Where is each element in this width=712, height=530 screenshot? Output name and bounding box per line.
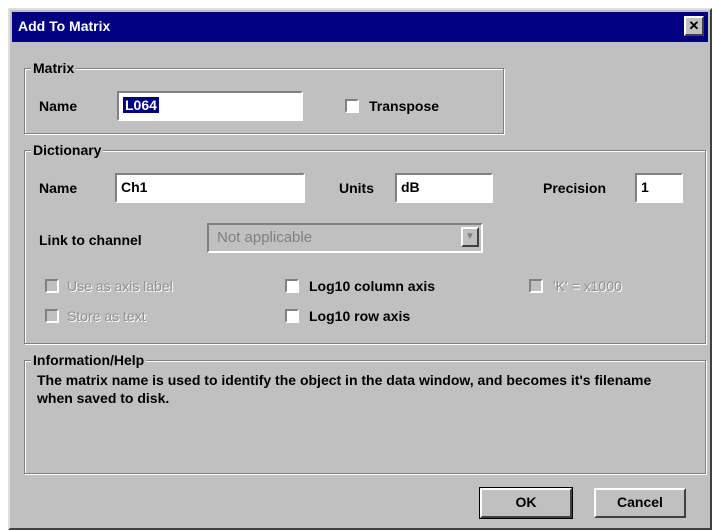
close-button[interactable]: ✕ — [684, 16, 704, 36]
information-help-group: Information/Help The matrix name is used… — [24, 351, 706, 474]
add-to-matrix-dialog: Add To Matrix ✕ Matrix Name L064 Transpo… — [8, 8, 712, 530]
log10-row-axis-checkbox[interactable] — [285, 309, 299, 323]
transpose-label[interactable]: Transpose — [369, 97, 439, 115]
dictionary-name-label: Name — [39, 180, 78, 196]
dictionary-group: Dictionary Name Ch1 Units dB Precision 1… — [24, 141, 706, 344]
k-x1000-checkbox[interactable] — [529, 279, 543, 293]
transpose-checkbox[interactable] — [345, 99, 359, 113]
precision-value: 1 — [641, 179, 649, 195]
title-bar[interactable]: Add To Matrix ✕ — [12, 12, 708, 42]
log10-row-axis-label[interactable]: Log10 row axis — [309, 307, 410, 325]
ok-button[interactable]: OK — [479, 487, 573, 519]
help-text: The matrix name is used to identify the … — [37, 372, 652, 406]
matrix-name-value: L064 — [123, 97, 159, 113]
k-x1000-label[interactable]: 'K' = x1000 — [553, 277, 622, 295]
matrix-group: Matrix Name L064 Transpose — [24, 59, 504, 134]
information-help-label: Information/Help — [31, 351, 147, 369]
dialog-title: Add To Matrix — [18, 18, 111, 34]
matrix-name-label: Name — [39, 98, 78, 114]
units-input[interactable]: dB — [395, 173, 493, 203]
units-value: dB — [401, 179, 420, 195]
matrix-name-input[interactable]: L064 — [117, 91, 303, 121]
dictionary-name-value: Ch1 — [121, 179, 148, 195]
precision-input[interactable]: 1 — [635, 173, 683, 203]
log10-column-axis-checkbox[interactable] — [285, 279, 299, 293]
matrix-group-label: Matrix — [31, 59, 77, 77]
store-as-text-checkbox[interactable] — [45, 309, 59, 323]
close-icon: ✕ — [688, 18, 700, 33]
link-to-channel-select[interactable]: Not applicable ▼ — [207, 223, 483, 253]
cancel-button[interactable]: Cancel — [594, 488, 686, 518]
link-to-channel-value: Not applicable — [217, 229, 313, 246]
use-as-axis-label-label[interactable]: Use as axis label — [67, 277, 173, 295]
link-to-channel-label: Link to channel — [39, 232, 142, 248]
log10-column-axis-label[interactable]: Log10 column axis — [309, 277, 435, 295]
precision-label: Precision — [543, 180, 607, 196]
store-as-text-label[interactable]: Store as text — [67, 307, 146, 325]
units-label: Units — [339, 180, 374, 196]
dropdown-arrow-icon[interactable]: ▼ — [461, 227, 479, 247]
dictionary-group-label: Dictionary — [31, 141, 104, 159]
use-as-axis-label-checkbox[interactable] — [45, 279, 59, 293]
dictionary-name-input[interactable]: Ch1 — [115, 173, 305, 203]
